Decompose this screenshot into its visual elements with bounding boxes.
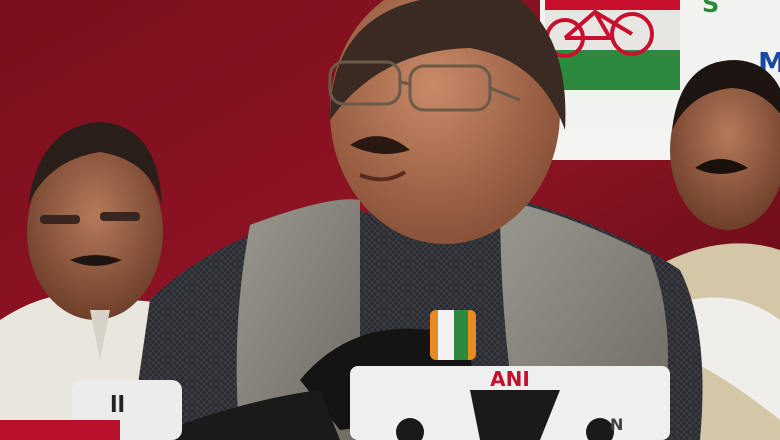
- press-conference-photo: S M ll ANI N: [0, 0, 780, 440]
- photo-scene: S M ll ANI N: [0, 0, 780, 440]
- ani-label: ANI: [490, 367, 530, 391]
- ndtv-label: N: [610, 415, 623, 434]
- banner-text-top: S: [702, 0, 719, 18]
- left-mic-label: ll: [110, 393, 125, 418]
